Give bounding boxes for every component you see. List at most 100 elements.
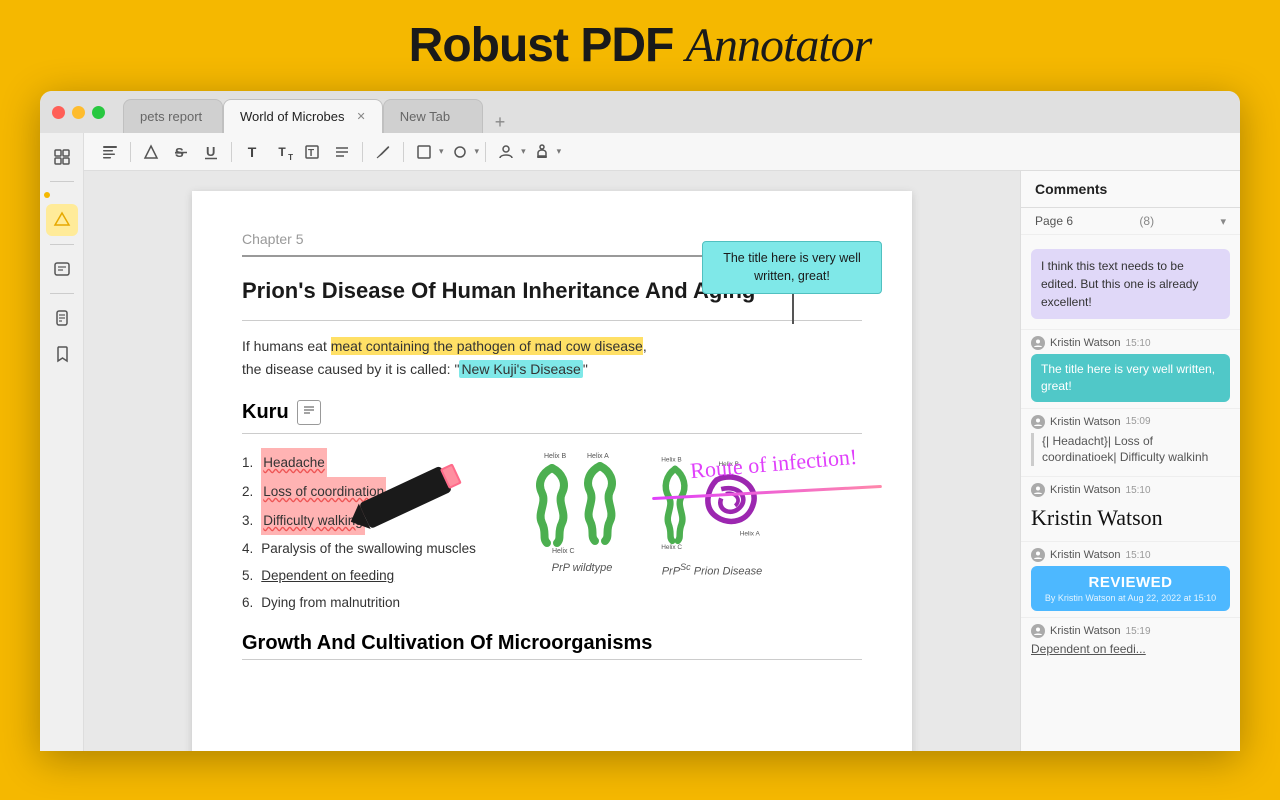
list-item: 4.Paralysis of the swallowing muscles [242, 535, 502, 562]
list-item: 3.Difficulty walking [242, 506, 502, 535]
section-divider [242, 320, 862, 321]
app-title: Robust PDF Annotator [409, 18, 872, 73]
tabs-bar: pets report World of Microbes ✕ New Tab … [123, 91, 1228, 133]
comment-2-meta: Kristin Watson 15:10 [1031, 336, 1230, 350]
paragraph-1: If humans eat meat containing the pathog… [242, 335, 862, 383]
comment-6-text: Dependent on feedi... [1031, 642, 1230, 656]
growth-divider [242, 659, 862, 660]
kuru-section: Kuru [242, 400, 862, 434]
annotation-callout: The title here is very well written, gre… [702, 241, 882, 294]
page-count: (8) [1139, 214, 1154, 228]
minimize-button[interactable] [72, 106, 85, 119]
svg-text:Helix B: Helix B [661, 457, 681, 464]
comment-6-meta: Kristin Watson 15:19 [1031, 624, 1230, 638]
list-item: 1.Headache [242, 448, 502, 477]
pen-tool-button[interactable] [369, 139, 397, 165]
sidebar-highlight-icon[interactable] [46, 204, 78, 236]
person-tool-button[interactable] [492, 139, 520, 165]
browser-window: pets report World of Microbes ✕ New Tab … [40, 91, 1240, 751]
tab-close-icon[interactable]: ✕ [357, 110, 366, 123]
comment-2-teal: The title here is very well written, gre… [1031, 354, 1230, 402]
comment-5-meta: Kristin Watson 15:10 [1031, 548, 1230, 562]
comment-5-avatar [1031, 548, 1045, 562]
comments-panel: Comments Page 6 (8) ▾ I think this text … [1020, 171, 1240, 751]
highlight-new-kuji: New Kuji's Disease [459, 360, 582, 378]
strikethrough-tool-button[interactable]: S [167, 139, 195, 165]
toolbar: S U T TT T [84, 133, 1240, 171]
maximize-button[interactable] [92, 106, 105, 119]
sidebar-bookmarks-icon[interactable] [46, 338, 78, 370]
person-dropdown[interactable]: ▾ [492, 139, 526, 165]
sidebar [40, 133, 84, 751]
sidebar-divider-3 [50, 293, 74, 294]
polygon-chevron[interactable]: ▾ [475, 146, 480, 157]
comment-4-avatar [1031, 483, 1045, 497]
sidebar-pages-icon[interactable] [46, 141, 78, 173]
sidebar-divider-2 [50, 244, 74, 245]
comment-5-reviewed: REVIEWED By Kristin Watson at Aug 22, 20… [1031, 566, 1230, 611]
callout-box: The title here is very well written, gre… [702, 241, 882, 294]
text-size-button[interactable]: TT [268, 139, 296, 165]
comment-3-reply: {| Headacht}| Loss of coordinatioek| Dif… [1031, 433, 1230, 467]
comment-item-6: Kristin Watson 15:19 Dependent on feedi.… [1021, 618, 1240, 662]
list-item: 5.Dependent on feeding [242, 562, 502, 589]
svg-text:Helix C: Helix C [552, 548, 575, 555]
comment-1-bubble[interactable]: I think this text needs to be edited. Bu… [1031, 249, 1230, 319]
sidebar-attachments-icon[interactable] [46, 302, 78, 334]
highlight-tool-button[interactable] [137, 139, 165, 165]
kuru-notes-icon [297, 400, 321, 425]
comments-page-header[interactable]: Page 6 (8) ▾ [1021, 208, 1240, 235]
polygon-dropdown[interactable]: ▾ [446, 139, 480, 165]
page-chevron-icon[interactable]: ▾ [1220, 215, 1226, 228]
text-t-button[interactable]: T [238, 139, 266, 165]
comment-6-avatar [1031, 624, 1045, 638]
symptom-list: 1.Headache 2.Loss of coordination 3.Diff… [242, 448, 502, 616]
comment-3-avatar [1031, 415, 1045, 429]
tab-world-of-microbes[interactable]: World of Microbes ✕ [223, 99, 383, 133]
protein-wildtype-svg: Helix B Helix A Helix C [522, 448, 642, 558]
shape-dropdown[interactable]: ▾ [410, 139, 444, 165]
sidebar-annotations-icon[interactable] [46, 253, 78, 285]
comment-item-2: Kristin Watson 15:10 The title here is v… [1021, 330, 1240, 409]
stamp-tool-button[interactable] [528, 139, 556, 165]
comments-list: I think this text needs to be edited. Bu… [1021, 235, 1240, 751]
close-button[interactable] [52, 106, 65, 119]
stamp-dropdown[interactable]: ▾ [528, 139, 562, 165]
pdf-page: Chapter 5 The title here is very well wr… [192, 191, 912, 751]
comment-item-5: Kristin Watson 15:10 REVIEWED By Kristin… [1021, 542, 1240, 618]
underline-tool-button[interactable]: U [197, 139, 225, 165]
protein-prion-label: PrPSc Prion Disease [662, 562, 763, 578]
toolbar-sep-4 [403, 142, 404, 162]
new-tab-button[interactable]: + [487, 112, 514, 133]
comment-2-avatar [1031, 336, 1045, 350]
text-tool-button[interactable] [96, 139, 124, 165]
app-body: S U T TT T [40, 133, 1240, 751]
tab-pets-report[interactable]: pets report [123, 99, 223, 133]
text-box-button[interactable]: T [298, 139, 326, 165]
stamp-chevron[interactable]: ▾ [557, 146, 562, 157]
title-bar: pets report World of Microbes ✕ New Tab … [40, 91, 1240, 133]
svg-text:Helix A: Helix A [740, 530, 761, 537]
shape-chevron[interactable]: ▾ [439, 146, 444, 157]
svg-text:U: U [206, 144, 215, 159]
pdf-content[interactable]: Chapter 5 The title here is very well wr… [84, 171, 1020, 751]
main-area: S U T TT T [84, 133, 1240, 751]
symptoms-col: 1.Headache 2.Loss of coordination 3.Diff… [242, 448, 502, 616]
svg-text:Helix A: Helix A [587, 453, 609, 460]
app-header: Robust PDF Annotator [0, 0, 1280, 91]
highlight-mad-cow: meat containing the pathogen of mad cow … [331, 337, 643, 355]
shape-tool-button[interactable] [410, 139, 438, 165]
symptoms-with-marker: 1.Headache 2.Loss of coordination 3.Diff… [242, 448, 502, 616]
toolbar-sep-5 [485, 142, 486, 162]
sidebar-divider-1 [50, 181, 74, 182]
list-tool-button[interactable] [328, 139, 356, 165]
polygon-tool-button[interactable] [446, 139, 474, 165]
person-chevron[interactable]: ▾ [521, 146, 526, 157]
svg-text:T: T [308, 148, 314, 159]
comment-4-meta: Kristin Watson 15:10 [1031, 483, 1230, 497]
svg-text:Helix C: Helix C [661, 544, 682, 551]
list-item: 2.Loss of coordination [242, 477, 502, 506]
sidebar-indicator [44, 192, 50, 198]
tab-new-tab[interactable]: New Tab [383, 99, 483, 133]
svg-text:Helix B: Helix B [544, 453, 567, 460]
